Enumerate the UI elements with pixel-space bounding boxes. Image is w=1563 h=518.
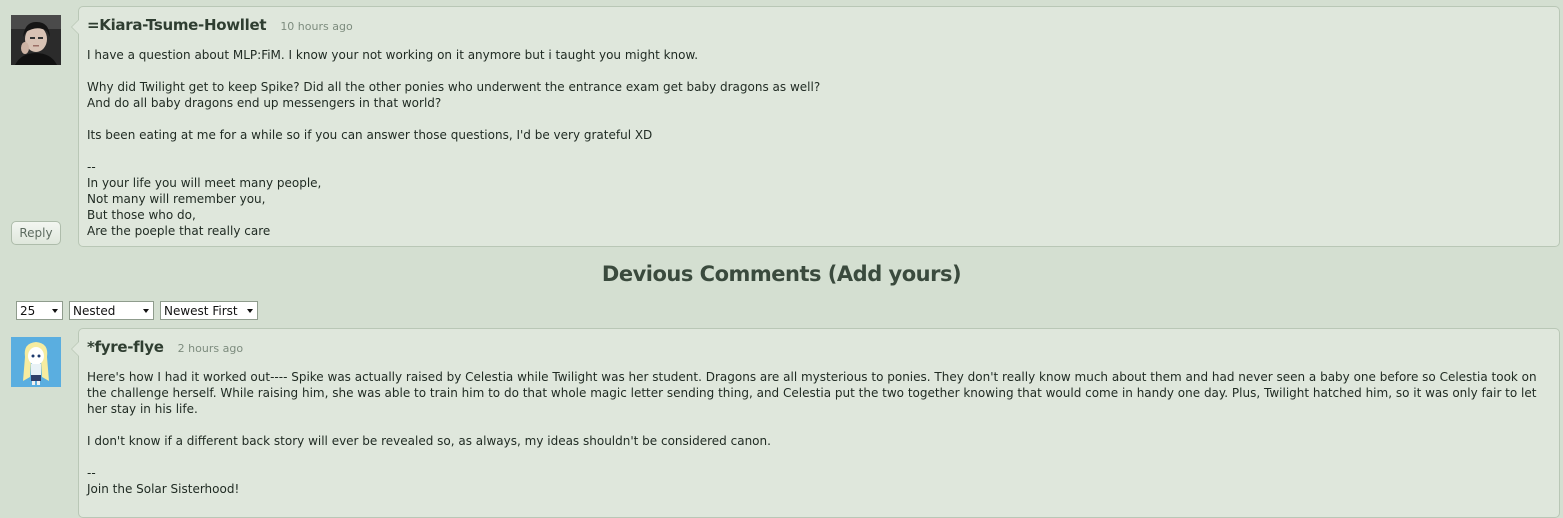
comment-text-line: And do all baby dragons end up messenger…: [87, 96, 442, 110]
signature-line: --: [87, 160, 96, 174]
signature-line: But those who do,: [87, 208, 196, 222]
reply-button[interactable]: Reply: [11, 221, 61, 245]
view-mode-select[interactable]: Nested: [69, 301, 154, 320]
chevron-down-icon: [52, 309, 58, 313]
chevron-down-icon: [143, 309, 149, 313]
avatar-fyre-flye[interactable]: [11, 337, 61, 387]
avatar-kiara[interactable]: [11, 15, 61, 65]
user-photo-avatar-icon: [11, 15, 61, 65]
signature-line: Join the Solar Sisterhood!: [87, 482, 240, 496]
per-page-value: 25: [20, 303, 36, 318]
section-title-suffix: ): [951, 262, 962, 286]
comment-text-line: I don't know if a different back story w…: [87, 434, 771, 448]
signature-line: Are the poeple that really care: [87, 224, 271, 238]
comment-author-link[interactable]: =Kiara-Tsume-Howllet: [87, 16, 267, 34]
signature-line: In your life you will meet many people,: [87, 176, 322, 190]
comment-timestamp[interactable]: 2 hours ago: [178, 342, 243, 355]
comment-card: *fyre-flye 2 hours ago Here's how I had …: [71, 328, 1560, 518]
comment-body: Here's how I had it worked out---- Spike…: [87, 369, 1549, 497]
comments-section-title: Devious Comments (Add yours): [0, 262, 1563, 286]
view-mode-value: Nested: [73, 303, 116, 318]
comment-text-line: Its been eating at me for a while so if …: [87, 128, 653, 142]
comment-header: =Kiara-Tsume-Howllet 10 hours ago: [87, 15, 353, 34]
sort-order-select[interactable]: Newest First: [160, 301, 258, 320]
comment-body: I have a question about MLP:FiM. I know …: [87, 47, 1549, 239]
comment-timestamp[interactable]: 10 hours ago: [280, 20, 352, 33]
section-title-prefix: Devious Comments (: [601, 262, 838, 286]
signature-line: Not many will remember you,: [87, 192, 266, 206]
comment-text-line: I have a question about MLP:FiM. I know …: [87, 48, 699, 62]
signature-line: --: [87, 466, 96, 480]
comment-header: *fyre-flye 2 hours ago: [87, 337, 243, 356]
chevron-down-icon: [247, 309, 253, 313]
add-comment-link[interactable]: Add yours: [837, 262, 953, 286]
comment-author-link[interactable]: *fyre-flye: [87, 338, 164, 356]
comment-text-line: Here's how I had it worked out---- Spike…: [87, 370, 1541, 416]
comment-card: =Kiara-Tsume-Howllet 10 hours ago I have…: [71, 6, 1560, 247]
per-page-select[interactable]: 25: [16, 301, 63, 320]
sort-order-value: Newest First: [164, 303, 238, 318]
comment-text-line: Why did Twilight get to keep Spike? Did …: [87, 80, 821, 94]
cartoon-pony-avatar-icon: [11, 337, 61, 387]
